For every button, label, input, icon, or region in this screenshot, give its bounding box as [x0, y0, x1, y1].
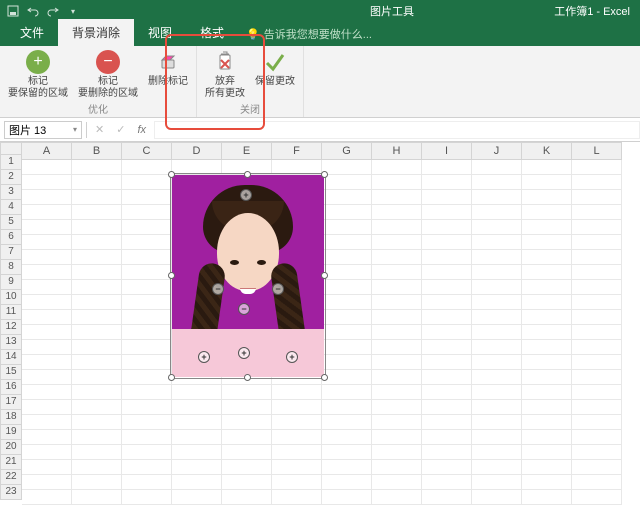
- cancel-formula-icon[interactable]: ✕: [91, 123, 108, 136]
- enter-formula-icon[interactable]: ✓: [112, 123, 129, 136]
- resize-handle[interactable]: [244, 374, 251, 381]
- column-header[interactable]: J: [472, 142, 522, 160]
- row-header[interactable]: 6: [0, 230, 22, 245]
- row-header[interactable]: 4: [0, 200, 22, 215]
- resize-handle[interactable]: [168, 272, 175, 279]
- resize-handle[interactable]: [321, 272, 328, 279]
- app-title: 工作簿1 - Excel: [554, 3, 630, 19]
- bulb-icon: 💡: [246, 28, 260, 41]
- row-header[interactable]: 13: [0, 335, 22, 350]
- ribbon: + 标记 要保留的区域 − 标记 要删除的区域 删除标记 优化 放弃 所有更改 …: [0, 46, 640, 118]
- row-header[interactable]: 21: [0, 455, 22, 470]
- resize-handle[interactable]: [321, 171, 328, 178]
- name-box[interactable]: 图片 13 ▾: [4, 121, 82, 139]
- row-header[interactable]: 2: [0, 170, 22, 185]
- selection-outline: [170, 173, 326, 379]
- checkmark-icon: [263, 50, 287, 74]
- tab-format[interactable]: 格式: [186, 19, 238, 46]
- eraser-icon: [156, 50, 180, 74]
- column-header[interactable]: G: [322, 142, 372, 160]
- row-header[interactable]: 17: [0, 395, 22, 410]
- row-header[interactable]: 14: [0, 350, 22, 365]
- quick-access-toolbar: ▾: [6, 4, 80, 18]
- row-headers: 1234567891011121314151617181920212223: [0, 142, 22, 500]
- discard-icon: [213, 50, 237, 74]
- qat-dropdown-icon[interactable]: ▾: [66, 4, 80, 18]
- row-header[interactable]: 8: [0, 260, 22, 275]
- mark-remove-button[interactable]: − 标记 要删除的区域: [74, 48, 142, 101]
- select-all-corner[interactable]: [0, 142, 22, 155]
- ribbon-tabs: 文件 背景消除 视图 格式 💡 告诉我您想要做什么...: [0, 22, 640, 46]
- row-header[interactable]: 9: [0, 275, 22, 290]
- undo-icon[interactable]: [26, 4, 40, 18]
- resize-handle[interactable]: [244, 171, 251, 178]
- group-refine-label: 优化: [88, 101, 108, 118]
- worksheet: 1234567891011121314151617181920212223 AB…: [0, 142, 640, 500]
- resize-handle[interactable]: [168, 171, 175, 178]
- row-header[interactable]: 7: [0, 245, 22, 260]
- row-header[interactable]: 1: [0, 155, 22, 170]
- inserted-picture[interactable]: + − − − + + +: [172, 175, 324, 377]
- keep-changes-button[interactable]: 保留更改: [251, 48, 299, 101]
- row-header[interactable]: 20: [0, 440, 22, 455]
- fx-icon[interactable]: fx: [133, 124, 150, 136]
- group-refine: + 标记 要保留的区域 − 标记 要删除的区域 删除标记 优化: [0, 46, 197, 117]
- formula-bar-row: 图片 13 ▾ ✕ ✓ fx: [0, 118, 640, 142]
- row-header[interactable]: 22: [0, 470, 22, 485]
- column-header[interactable]: A: [22, 142, 72, 160]
- formula-bar[interactable]: [154, 121, 640, 139]
- tell-me[interactable]: 💡 告诉我您想要做什么...: [246, 26, 372, 46]
- column-header[interactable]: E: [222, 142, 272, 160]
- column-header[interactable]: K: [522, 142, 572, 160]
- row-header[interactable]: 10: [0, 290, 22, 305]
- row-header[interactable]: 15: [0, 365, 22, 380]
- discard-changes-button[interactable]: 放弃 所有更改: [201, 48, 249, 101]
- column-headers: ABCDEFGHIJKL: [22, 142, 640, 160]
- redo-icon[interactable]: [46, 4, 60, 18]
- plus-circle-icon: +: [26, 50, 50, 74]
- group-close: 放弃 所有更改 保留更改 关闭: [197, 46, 304, 117]
- tab-file[interactable]: 文件: [6, 19, 58, 46]
- resize-handle[interactable]: [168, 374, 175, 381]
- column-header[interactable]: L: [572, 142, 622, 160]
- context-tab-label: 图片工具: [370, 6, 414, 18]
- row-header[interactable]: 5: [0, 215, 22, 230]
- row-header[interactable]: 18: [0, 410, 22, 425]
- column-header[interactable]: I: [422, 142, 472, 160]
- column-header[interactable]: H: [372, 142, 422, 160]
- minus-circle-icon: −: [96, 50, 120, 74]
- tab-view[interactable]: 视图: [134, 19, 186, 46]
- mark-keep-button[interactable]: + 标记 要保留的区域: [4, 48, 72, 101]
- row-header[interactable]: 11: [0, 305, 22, 320]
- group-close-label: 关闭: [240, 101, 260, 118]
- save-icon[interactable]: [6, 4, 20, 18]
- cell-grid[interactable]: + − − − + + +: [22, 160, 640, 505]
- row-header[interactable]: 19: [0, 425, 22, 440]
- column-header[interactable]: D: [172, 142, 222, 160]
- delete-mark-button[interactable]: 删除标记: [144, 48, 192, 101]
- tab-bg-remove[interactable]: 背景消除: [58, 19, 134, 46]
- row-header[interactable]: 12: [0, 320, 22, 335]
- column-header[interactable]: C: [122, 142, 172, 160]
- row-header[interactable]: 16: [0, 380, 22, 395]
- column-header[interactable]: B: [72, 142, 122, 160]
- column-header[interactable]: F: [272, 142, 322, 160]
- chevron-down-icon[interactable]: ▾: [73, 125, 77, 134]
- resize-handle[interactable]: [321, 374, 328, 381]
- row-header[interactable]: 3: [0, 185, 22, 200]
- row-header[interactable]: 23: [0, 485, 22, 500]
